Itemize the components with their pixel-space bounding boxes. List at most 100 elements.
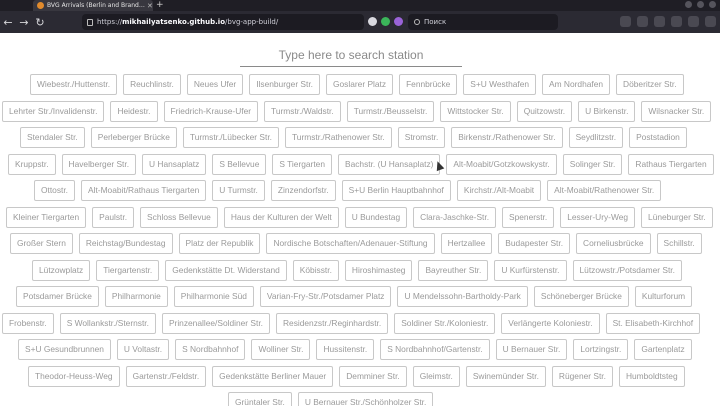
station-chip[interactable]: Köbisstr. [292, 259, 339, 281]
station-chip[interactable]: U Kurfürstenstr. [494, 259, 567, 281]
station-chip[interactable]: U Birkenstr. [578, 100, 636, 122]
downloads-icon[interactable] [620, 16, 631, 27]
extension-icon[interactable] [381, 17, 390, 26]
new-tab-icon[interactable]: + [156, 0, 164, 11]
station-chip[interactable]: Fennbrücke [399, 74, 458, 95]
station-chip[interactable]: Lützowstr./Potsdamer Str. [572, 259, 682, 281]
maximize-icon[interactable] [697, 1, 704, 8]
station-chip[interactable]: Demminer Str. [339, 365, 407, 387]
station-chip[interactable]: Stendaler Str. [20, 127, 85, 148]
station-chip[interactable]: Philharmonie Süd [173, 286, 254, 307]
station-chip[interactable]: U Bundestag [344, 206, 408, 228]
station-chip[interactable]: S Wollankstr./Sternstr. [59, 312, 156, 334]
station-chip[interactable]: S Tiergarten [272, 153, 332, 175]
station-chip[interactable]: Goslarer Platz [326, 74, 394, 95]
station-chip[interactable]: Tiergartenstr. [96, 259, 160, 281]
station-chip[interactable]: Lützowplatz [32, 259, 91, 281]
station-chip[interactable]: U Bernauer Str./Schönholzer Str. [297, 392, 434, 406]
station-chip[interactable]: Humboldtsteg [618, 365, 685, 387]
station-chip[interactable]: U Hansaplatz [142, 153, 207, 175]
station-chip[interactable]: Hertzallee [440, 233, 493, 254]
station-chip[interactable]: U Turmstr. [212, 180, 265, 201]
station-chip[interactable]: Havelberger Str. [61, 153, 137, 175]
station-chip[interactable]: Solinger Str. [562, 153, 623, 175]
station-chip[interactable]: U Bernauer Str. [495, 339, 568, 360]
browser-search-box[interactable]: Поиск [408, 14, 558, 30]
station-chip[interactable]: Residenzstr./Reginhardstr. [275, 312, 389, 334]
extension-icon[interactable] [394, 17, 403, 26]
station-chip[interactable]: Corneliusbrücke [576, 233, 651, 254]
station-chip[interactable]: Kulturforum [634, 286, 693, 307]
browser-tab[interactable]: BVG Arrivals (Berlin and Brand… ✕ [33, 0, 153, 11]
menu-icon[interactable] [705, 16, 716, 27]
station-chip[interactable]: Varian-Fry-Str./Potsdamer Platz [259, 286, 392, 307]
station-chip[interactable]: Gartenplatz [634, 339, 692, 360]
station-chip[interactable]: S Bellevue [212, 153, 267, 175]
station-chip[interactable]: Gleimstr. [412, 365, 460, 387]
station-chip[interactable]: Friedrich-Krause-Ufer [163, 100, 259, 122]
back-icon[interactable]: ← [0, 16, 16, 29]
station-chip[interactable]: Verlängerte Koloniestr. [501, 312, 600, 334]
station-chip[interactable]: Schillstr. [656, 233, 702, 254]
station-chip[interactable]: Lortzingstr. [573, 339, 629, 360]
station-chip[interactable]: Quitzowstr. [516, 100, 573, 122]
station-chip[interactable]: Swinemünder Str. [465, 365, 546, 387]
station-chip[interactable]: Turmstr./Lübecker Str. [182, 127, 279, 148]
station-chip[interactable]: Wolliner Str. [251, 339, 311, 360]
station-chip[interactable]: Lehrter Str./Invalidenstr. [2, 100, 105, 122]
station-chip[interactable]: Spenerstr. [502, 206, 555, 228]
station-chip[interactable]: Lüneburger Str. [641, 206, 713, 228]
station-chip[interactable]: Budapester Str. [498, 233, 571, 254]
close-window-icon[interactable] [709, 1, 716, 8]
station-chip[interactable]: St. Elisabeth-Kirchhof [605, 312, 701, 334]
station-chip[interactable]: Alt-Moabit/Rathaus Tiergarten [81, 180, 207, 201]
station-chip[interactable]: S Nordbahnhof [175, 339, 246, 360]
station-chip[interactable]: Alt-Moabit/Rathenower Str. [547, 180, 662, 201]
station-chip[interactable]: S+U Berlin Hauptbahnhof [341, 180, 451, 201]
station-chip[interactable]: Reuchlinstr. [123, 74, 181, 95]
station-chip[interactable]: Poststadion [629, 127, 687, 148]
station-chip[interactable]: Zinzendorfstr. [270, 180, 336, 201]
station-chip[interactable]: Reichstag/Bundestag [78, 233, 173, 254]
station-chip[interactable]: Hiroshimasteg [344, 259, 413, 281]
account-icon[interactable] [637, 16, 648, 27]
station-chip[interactable]: Hussitenstr. [316, 339, 375, 360]
station-chip[interactable]: Rügener Str. [551, 365, 613, 387]
reload-icon[interactable]: ↻ [32, 16, 48, 29]
forward-icon[interactable]: → [16, 16, 32, 29]
station-chip[interactable]: Lesser-Ury-Weg [560, 206, 636, 228]
station-chip[interactable]: Rathaus Tiergarten [628, 153, 714, 175]
station-chip[interactable]: S+U Westhafen [463, 74, 537, 95]
station-chip[interactable]: Großer Stern [10, 233, 73, 254]
station-chip[interactable]: Stromstr. [397, 127, 446, 148]
station-chip[interactable]: Kruppstr. [8, 153, 56, 175]
station-chip[interactable]: Froben­str. [2, 312, 54, 334]
station-chip[interactable]: Ottostr. [34, 180, 75, 201]
station-chip[interactable]: Wilsnacker Str. [641, 100, 712, 122]
station-chip[interactable]: Perleberger Brücke [90, 127, 177, 148]
station-chip[interactable]: Clara-Jaschke-Str. [413, 206, 497, 228]
station-chip[interactable]: Bachstr. (U Hansaplatz) [337, 153, 441, 175]
minimize-icon[interactable] [685, 1, 692, 8]
station-chip[interactable]: Gedenkstätte Berliner Mauer [212, 365, 334, 387]
station-chip[interactable]: S+U Gesundbrunnen [18, 339, 111, 360]
station-chip[interactable]: Turmstr./Waldstr. [264, 100, 341, 122]
station-chip[interactable]: Kirchstr./Alt-Moabit [456, 180, 542, 201]
station-chip[interactable]: Soldiner Str./Koloniestr. [394, 312, 496, 334]
station-chip[interactable]: Wiebestr./Huttenstr. [30, 74, 118, 95]
station-chip[interactable]: Döberitzer Str. [616, 74, 684, 95]
station-chip[interactable]: U Mendelssohn-Bartholdy-Park [397, 286, 528, 307]
station-chip[interactable]: Paulstr. [92, 206, 135, 228]
station-chip[interactable]: S Nordbahnhof/Gartenstr. [380, 339, 490, 360]
station-chip[interactable]: Am Nordhafen [542, 74, 611, 95]
station-chip[interactable]: Nordische Botschaften/Adenauer-Stiftung [266, 233, 435, 254]
station-chip[interactable]: Seydlitzstr. [568, 127, 624, 148]
station-chip[interactable]: Haus der Kulturen der Welt [223, 206, 339, 228]
extension-icon[interactable] [688, 16, 699, 27]
station-chip[interactable]: Kleiner Tiergarten [6, 206, 87, 228]
station-chip[interactable]: Platz der Republik [178, 233, 261, 254]
station-chip[interactable]: Grüntaler Str. [228, 392, 292, 406]
station-search-input[interactable] [240, 43, 462, 67]
station-chip[interactable]: Birkenstr./Rathenower Str. [451, 127, 563, 148]
station-chip[interactable]: Alt-Moabit/Gotzkowskystr. [446, 153, 557, 175]
